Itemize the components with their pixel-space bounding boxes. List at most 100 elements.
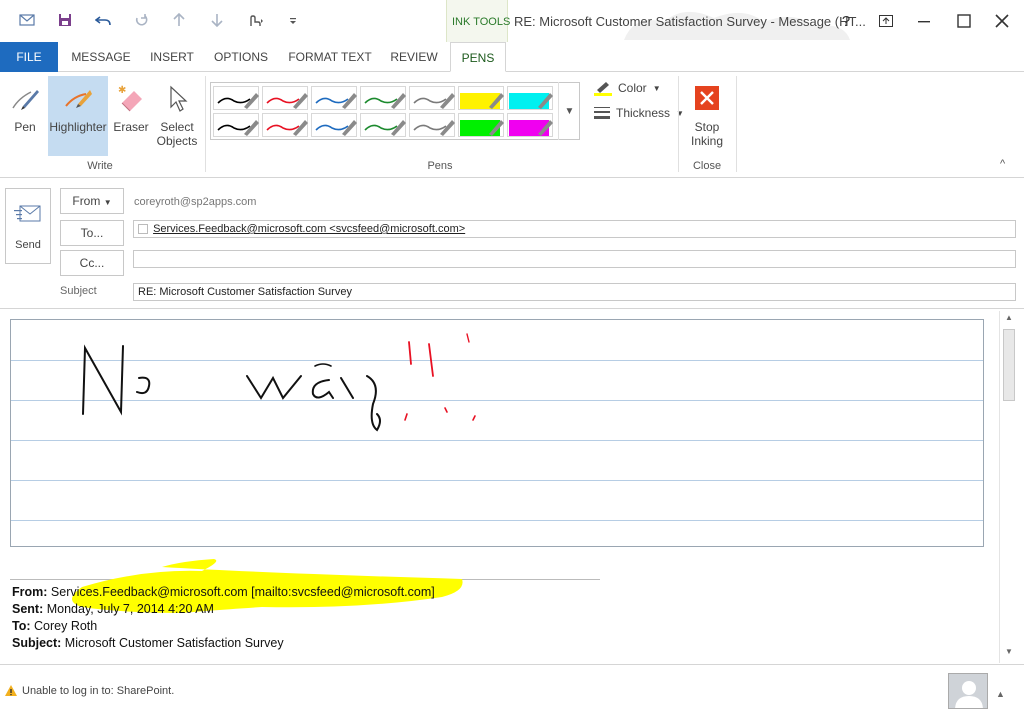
- highlighter-button[interactable]: Highlighter: [48, 76, 108, 156]
- write-group-label: Write: [87, 160, 113, 172]
- status-bar: Unable to log in to: SharePoint. ▲: [0, 664, 1024, 709]
- vertical-scrollbar[interactable]: ▲ ▼: [999, 311, 1017, 663]
- stop-inking-icon: [684, 76, 730, 120]
- from-button-label: From: [72, 194, 101, 208]
- color-label: Color: [618, 81, 647, 95]
- up-arrow-icon[interactable]: [160, 8, 198, 32]
- highlighter-swatch[interactable]: [507, 86, 553, 110]
- minimize-icon[interactable]: [904, 10, 944, 32]
- pen-button[interactable]: Pen: [0, 76, 50, 156]
- pen-swatch[interactable]: [360, 86, 406, 110]
- pen-swatch[interactable]: [262, 86, 308, 110]
- quoted-sent-value: Monday, July 7, 2014 4:20 AM: [46, 602, 214, 616]
- color-button[interactable]: Color ▼: [594, 80, 661, 96]
- cc-field[interactable]: [133, 250, 1016, 268]
- pen-swatch[interactable]: [213, 113, 259, 137]
- expand-people-icon[interactable]: ▲: [996, 689, 1005, 699]
- from-value: coreyroth@sp2apps.com: [134, 196, 257, 208]
- to-field[interactable]: Services.Feedback@microsoft.com <svcsfee…: [133, 220, 1016, 238]
- quoted-sent-label: Sent:: [12, 602, 44, 616]
- scroll-down-icon[interactable]: ▼: [1000, 647, 1018, 661]
- down-arrow-icon[interactable]: [198, 8, 236, 32]
- tab-review[interactable]: REVIEW: [384, 42, 444, 72]
- thickness-icon: [594, 107, 610, 119]
- eraser-button[interactable]: ✱ Eraser: [110, 76, 152, 156]
- stop-inking-label-1: Stop: [694, 120, 720, 134]
- thickness-button[interactable]: Thickness ▼: [594, 106, 684, 120]
- tab-message[interactable]: MESSAGE: [64, 42, 138, 72]
- quoted-to-value: Corey Roth: [34, 619, 98, 633]
- scroll-up-icon[interactable]: ▲: [1000, 313, 1018, 327]
- quoted-sent: Sent: Monday, July 7, 2014 4:20 AM: [12, 602, 214, 616]
- tab-format-text[interactable]: FORMAT TEXT: [282, 42, 378, 72]
- title-bar: INK TOOLS RE: Microsoft Customer Satisfa…: [0, 0, 1024, 42]
- send-button[interactable]: Send: [5, 188, 51, 264]
- close-icon[interactable]: [982, 10, 1022, 32]
- send-label: Send: [15, 239, 41, 251]
- handwritten-ink: [82, 333, 476, 432]
- pen-swatch[interactable]: [311, 86, 357, 110]
- ribbon-tabs: FILE MESSAGE INSERT OPTIONS FORMAT TEXT …: [0, 42, 1024, 72]
- highlighter-swatch[interactable]: [507, 113, 553, 137]
- collapse-ribbon-icon[interactable]: ^: [1000, 158, 1005, 170]
- quoted-subject-value: Microsoft Customer Satisfaction Survey: [64, 636, 284, 650]
- message-body[interactable]: ▲ ▼ From: Services.Feedback@microsoft.co…: [0, 308, 1024, 664]
- pens-group-label: Pens: [427, 160, 453, 172]
- tab-pens[interactable]: PENS: [450, 42, 506, 72]
- help-button[interactable]: ?: [826, 10, 866, 32]
- new-message-icon[interactable]: [8, 8, 46, 32]
- quick-access-toolbar: [8, 8, 312, 32]
- window-title: RE: Microsoft Customer Satisfaction Surv…: [514, 14, 866, 29]
- pen-swatch[interactable]: [311, 113, 357, 137]
- quoted-from-value: Services.Feedback@microsoft.com [mailto:…: [50, 585, 435, 599]
- undo-icon[interactable]: [84, 8, 122, 32]
- save-icon[interactable]: [46, 8, 84, 32]
- tab-file[interactable]: FILE: [0, 42, 58, 72]
- redo-icon[interactable]: [122, 8, 160, 32]
- status-message: Unable to log in to: SharePoint.: [22, 685, 175, 697]
- from-button[interactable]: From ▼: [60, 188, 124, 214]
- pointer-icon: [154, 76, 200, 120]
- to-button[interactable]: To...: [60, 220, 124, 246]
- pen-swatch[interactable]: [262, 113, 308, 137]
- highlighter-label: Highlighter: [49, 120, 107, 134]
- send-icon: [6, 189, 50, 239]
- pens-gallery: [210, 82, 580, 140]
- ink-drawing-canvas[interactable]: [10, 319, 984, 547]
- to-recipient[interactable]: Services.Feedback@microsoft.com <svcsfee…: [153, 223, 465, 235]
- select-objects-button[interactable]: Select Objects: [154, 76, 200, 156]
- group-separator: [678, 76, 679, 172]
- customize-icon[interactable]: [274, 8, 312, 32]
- eraser-icon: ✱: [110, 76, 152, 120]
- pen-label: Pen: [14, 120, 36, 134]
- color-dropdown-icon: ▼: [652, 83, 661, 93]
- tab-options[interactable]: OPTIONS: [206, 42, 276, 72]
- highlighter-swatch[interactable]: [458, 86, 504, 110]
- quoted-to-label: To:: [12, 619, 31, 633]
- group-separator: [205, 76, 206, 172]
- tab-insert[interactable]: INSERT: [142, 42, 202, 72]
- pen-swatch[interactable]: [213, 86, 259, 110]
- thickness-label: Thickness: [616, 106, 671, 120]
- subject-field[interactable]: RE: Microsoft Customer Satisfaction Surv…: [133, 283, 1016, 301]
- pen-swatch[interactable]: [360, 113, 406, 137]
- scrollbar-thumb[interactable]: [1003, 329, 1015, 401]
- highlighter-swatch[interactable]: [458, 113, 504, 137]
- chevron-down-icon[interactable]: ▼: [558, 82, 580, 140]
- pen-swatch[interactable]: [409, 86, 455, 110]
- ink-tools-label: INK TOOLS: [452, 16, 511, 28]
- maximize-icon[interactable]: [944, 10, 984, 32]
- warning-icon: [5, 685, 17, 696]
- cc-button[interactable]: Cc...: [60, 250, 124, 276]
- touch-mode-icon[interactable]: [236, 8, 274, 32]
- close-group-label: Close: [692, 160, 722, 172]
- person-icon: [955, 681, 983, 708]
- avatar[interactable]: [948, 673, 988, 709]
- quoted-subject: Subject: Microsoft Customer Satisfaction…: [12, 636, 284, 650]
- highlighter-icon: [48, 76, 108, 120]
- stop-inking-button[interactable]: Stop Inking: [684, 76, 730, 156]
- select-objects-label-2: Objects: [156, 134, 198, 148]
- ribbon-display-icon[interactable]: [866, 10, 906, 32]
- pen-swatch[interactable]: [409, 113, 455, 137]
- quoted-from: From: Services.Feedback@microsoft.com [m…: [12, 585, 435, 599]
